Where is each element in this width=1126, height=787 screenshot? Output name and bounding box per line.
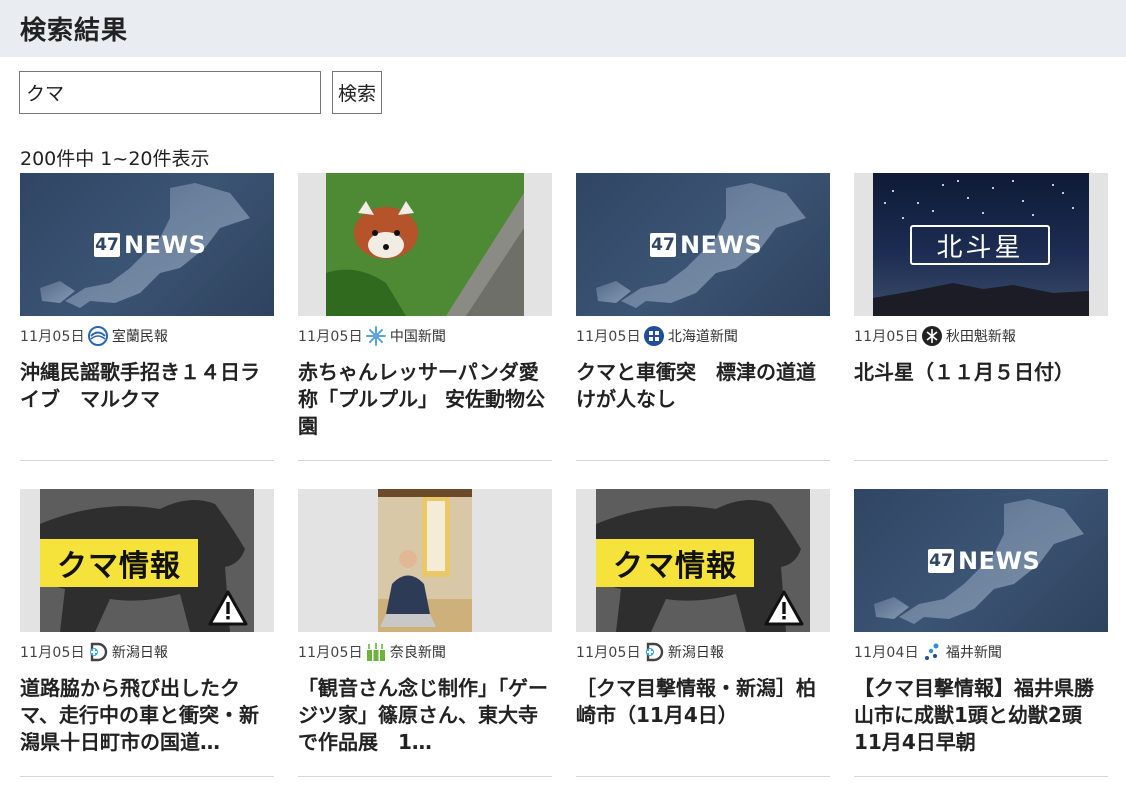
warning-icon <box>208 590 248 626</box>
thumbnail-label: 北斗星 <box>910 225 1050 265</box>
thumbnail[interactable]: 47 NEWS <box>20 173 274 316</box>
thumbnail-image[interactable] <box>378 489 472 632</box>
thumbnail[interactable]: 47 NEWS <box>854 489 1108 632</box>
card-date: 11月05日 <box>854 329 919 345</box>
card-meta: 11月04日 福井新聞 <box>854 632 1108 672</box>
thumbnail-image[interactable]: クマ情報 <box>40 489 254 632</box>
card-meta: 11月05日 室蘭民報 <box>20 316 274 356</box>
card-title[interactable]: 【クマ目撃情報】福井県勝山市に成獣1頭と幼獣2頭 11月4日早朝 <box>854 675 1108 756</box>
page-header: 検索結果 <box>0 0 1126 57</box>
newspaper-logo-icon <box>87 325 109 347</box>
results-grid: 47 NEWS 11月05日 室蘭民報 沖縄民謡歌手招き１４日ライブ マルクマ 11月05… <box>20 173 1108 777</box>
card-title[interactable]: 道路脇から飛び出したクマ、走行中の車と衝突・新潟県十日町市の国道… <box>20 675 274 756</box>
search-button[interactable]: 検索 <box>332 71 383 114</box>
card-meta: 11月05日 新潟日報 <box>20 632 274 672</box>
thumbnail-label: クマ情報 <box>596 539 754 587</box>
newspaper-logo-icon <box>643 325 665 347</box>
card-source: 秋田魁新報 <box>945 329 1016 345</box>
result-card[interactable]: 47 NEWS 11月05日 室蘭民報沖縄民謡歌手招き１４日ライブ マルクマ <box>20 173 274 461</box>
thumbnail-image[interactable]: 47 NEWS <box>576 173 830 316</box>
card-date: 11月05日 <box>20 329 85 345</box>
thumbnail-image[interactable] <box>326 173 524 316</box>
47news-logo: 47 NEWS <box>928 547 1040 575</box>
thumbnail-image[interactable]: クマ情報 <box>596 489 810 632</box>
card-meta: 11月05日 奈良新聞 <box>298 632 552 672</box>
result-card[interactable]: 47 NEWS 11月05日 北海道新聞クマと車衝突 標津の道道 けが人なし <box>576 173 830 461</box>
card-date: 11月04日 <box>854 645 919 661</box>
result-card[interactable]: クマ情報 11月05日 新潟日報 ［クマ目撃情報・新潟］柏崎市（11月4日） <box>576 489 830 777</box>
47news-logo-number: 47 <box>650 233 676 257</box>
card-title[interactable]: 北斗星（１１月５日付） <box>854 359 1108 386</box>
search-input[interactable] <box>19 71 321 114</box>
card-title[interactable]: クマと車衝突 標津の道道 けが人なし <box>576 359 830 413</box>
result-card[interactable]: 11月05日 中国新聞赤ちゃんレッサーパンダ愛称「プルプル」 安佐動物公園 <box>298 173 552 461</box>
result-card[interactable]: クマ情報 11月05日 新潟日報道路脇から飛び出したクマ、走行中の車と衝突・新潟県十… <box>20 489 274 777</box>
thumbnail-image[interactable]: 北斗星 <box>873 173 1089 316</box>
thumbnail[interactable]: 北斗星 <box>854 173 1108 316</box>
newspaper-logo-icon <box>365 325 387 347</box>
newspaper-logo-icon <box>87 641 109 663</box>
47news-logo-word: NEWS <box>958 547 1041 575</box>
card-source: 北海道新聞 <box>667 329 738 345</box>
thumbnail[interactable] <box>298 173 552 316</box>
card-date: 11月05日 <box>576 645 641 661</box>
thumbnail[interactable]: クマ情報 <box>20 489 274 632</box>
newspaper-logo-icon <box>365 641 387 663</box>
newspaper-logo-icon <box>921 325 943 347</box>
result-card[interactable]: 11月05日 奈良新聞「観音さん念じ制作」「ゲージツ家」篠原さん、東大寺で作品展 … <box>298 489 552 777</box>
card-title[interactable]: 沖縄民謡歌手招き１４日ライブ マルクマ <box>20 359 274 413</box>
47news-logo: 47 NEWS <box>94 231 206 259</box>
card-title[interactable]: ［クマ目撃情報・新潟］柏崎市（11月4日） <box>576 675 830 729</box>
thumbnail-image[interactable]: 47 NEWS <box>20 173 274 316</box>
search-bar: 検索 <box>19 71 383 114</box>
card-meta: 11月05日 新潟日報 <box>576 632 830 672</box>
card-meta: 11月05日 中国新聞 <box>298 316 552 356</box>
thumbnail-label: クマ情報 <box>40 539 198 587</box>
card-source: 中国新聞 <box>389 329 446 345</box>
47news-logo-word: NEWS <box>124 231 207 259</box>
card-source: 新潟日報 <box>667 645 724 661</box>
card-title[interactable]: 「観音さん念じ制作」「ゲージツ家」篠原さん、東大寺で作品展 1… <box>298 675 552 756</box>
thumbnail[interactable] <box>298 489 552 632</box>
card-meta: 11月05日 北海道新聞 <box>576 316 830 356</box>
result-card[interactable]: 47 NEWS 11月04日 福井新聞【クマ目撃情報】福井県勝山市に成獣1頭と幼獣2頭… <box>854 489 1108 777</box>
thumbnail[interactable]: 47 NEWS <box>576 173 830 316</box>
47news-logo-number: 47 <box>94 233 120 257</box>
card-date: 11月05日 <box>20 645 85 661</box>
card-date: 11月05日 <box>298 329 363 345</box>
newspaper-logo-icon <box>921 641 943 663</box>
card-date: 11月05日 <box>298 645 363 661</box>
card-source: 奈良新聞 <box>389 645 446 661</box>
card-meta: 11月05日 秋田魁新報 <box>854 316 1108 356</box>
page-title: 検索結果 <box>20 16 129 46</box>
card-source: 室蘭民報 <box>111 329 168 345</box>
card-date: 11月05日 <box>576 329 641 345</box>
thumbnail[interactable]: クマ情報 <box>576 489 830 632</box>
newspaper-logo-icon <box>643 641 665 663</box>
47news-logo-word: NEWS <box>680 231 763 259</box>
thumbnail-image[interactable]: 47 NEWS <box>854 489 1108 632</box>
card-title[interactable]: 赤ちゃんレッサーパンダ愛称「プルプル」 安佐動物公園 <box>298 359 552 440</box>
47news-logo: 47 NEWS <box>650 231 762 259</box>
47news-logo-number: 47 <box>928 549 954 573</box>
result-card[interactable]: 北斗星 11月05日 秋田魁新報北斗星（１１月５日付） <box>854 173 1108 461</box>
card-source: 福井新聞 <box>945 645 1002 661</box>
results-count: 200件中 1~20件表示 <box>20 148 210 170</box>
warning-icon <box>764 590 804 626</box>
card-source: 新潟日報 <box>111 645 168 661</box>
